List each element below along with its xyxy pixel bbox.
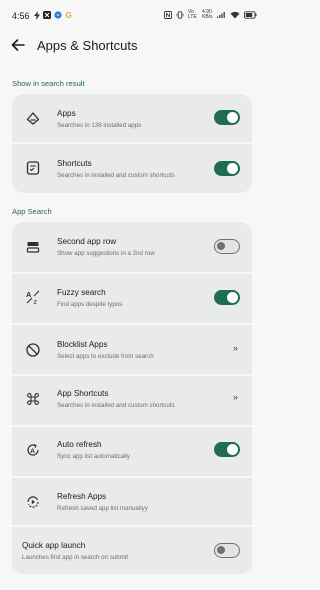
setting-title-refresh-apps: Refresh Apps	[57, 492, 107, 501]
command-icon	[27, 393, 39, 405]
status-notification-icons: G	[34, 11, 73, 20]
setting-subtitle-apps: Searches in 138 installed apps	[57, 122, 142, 129]
toggle-knob	[217, 242, 225, 250]
fuzzy-search-icon: A z	[26, 290, 40, 305]
svg-text:G: G	[66, 11, 72, 19]
nfc-icon	[164, 11, 172, 19]
vibrate-icon	[176, 11, 184, 19]
setting-row-quick-app-launch[interactable]: Quick app launch Launches first app in s…	[12, 527, 252, 574]
status-system-icons: Vo LTE 4.90 KB/s	[164, 10, 257, 20]
network-speed: Vo LTE	[188, 10, 198, 20]
apps-icon	[26, 112, 40, 125]
data-rate: 4.90 KB/s	[202, 10, 213, 20]
setting-row-shortcuts[interactable]: Shortcuts Searches in installed and cust…	[12, 144, 252, 193]
app-search-card: Second app row Show app suggestions in a…	[12, 222, 252, 574]
page-title: Apps & Shortcuts	[37, 38, 138, 53]
section-header-search-result: Show in search result	[12, 79, 85, 88]
status-time: 4:56	[12, 11, 30, 21]
quick-app-launch-toggle[interactable]	[214, 543, 240, 558]
setting-title-blocklist-apps: Blocklist Apps	[57, 340, 108, 349]
setting-title-second-app-row: Second app row	[57, 237, 117, 246]
chevron-right-icon: »	[232, 392, 238, 402]
setting-row-apps[interactable]: Apps Searches in 138 installed apps	[12, 94, 252, 143]
auto-refresh-icon: A	[27, 444, 39, 456]
status-bar: 4:56 G Vo LTE 4.90 KB/s	[0, 0, 266, 34]
setting-title-quick-app-launch: Quick app launch	[22, 541, 86, 550]
setting-title-shortcuts: Shortcuts	[57, 159, 92, 168]
setting-row-blocklist-apps[interactable]: Blocklist Apps Select apps to exclude fr…	[12, 325, 252, 374]
toggle-knob	[227, 292, 238, 303]
setting-title-apps: Apps	[57, 109, 76, 118]
setting-subtitle-quick-app-launch: Launches first app in search on submit	[22, 554, 128, 561]
toggle-knob	[227, 112, 238, 123]
toggle-knob	[217, 546, 225, 554]
search-result-card: Apps Searches in 138 installed apps Shor…	[12, 94, 252, 193]
setting-row-auto-refresh[interactable]: A Auto refresh Sync app list automatical…	[12, 427, 252, 476]
setting-title-auto-refresh: Auto refresh	[57, 440, 102, 449]
battery-icon	[244, 11, 257, 19]
setting-row-refresh-apps[interactable]: Refresh Apps Refresh saved app list manu…	[12, 478, 252, 525]
chevron-right-icon: »	[232, 343, 238, 353]
setting-subtitle-auto-refresh: Sync app list automatically	[57, 453, 130, 460]
apps-toggle[interactable]	[214, 110, 240, 125]
block-icon	[26, 343, 40, 357]
signal-icon	[217, 12, 225, 18]
setting-title-app-shortcuts: App Shortcuts	[57, 389, 109, 398]
svg-text:A: A	[26, 290, 32, 299]
setting-row-app-shortcuts[interactable]: App Shortcuts Searches in installed and …	[12, 376, 252, 425]
setting-row-fuzzy-search[interactable]: A z Fuzzy search Find apps despite typos	[12, 274, 252, 323]
refresh-icon	[27, 496, 39, 508]
svg-text:z: z	[34, 299, 38, 305]
arrow-left-icon[interactable]	[10, 37, 26, 53]
network-label-2: LTE	[188, 14, 197, 20]
x-app-icon	[43, 11, 51, 19]
data-rate-unit: KB/s	[202, 14, 213, 20]
section-header-app-search: App Search	[12, 207, 52, 216]
setting-subtitle-app-shortcuts: Searches in installed and custom shortcu…	[57, 402, 175, 409]
setting-subtitle-fuzzy-search: Find apps despite typos	[57, 301, 123, 308]
auto-refresh-toggle[interactable]	[214, 442, 240, 457]
shortcuts-icon	[26, 161, 40, 175]
setting-row-second-app-row[interactable]: Second app row Show app suggestions in a…	[12, 222, 252, 272]
setting-title-fuzzy-search: Fuzzy search	[57, 288, 106, 297]
two-rows-icon	[26, 242, 40, 253]
setting-subtitle-blocklist-apps: Select apps to exclude from search	[57, 353, 154, 360]
toggle-knob	[227, 163, 238, 174]
google-icon: G	[66, 11, 72, 19]
wifi-icon	[230, 11, 240, 19]
setting-subtitle-second-app-row: Show app suggestions in a 2nd row	[57, 250, 155, 257]
messenger-icon	[54, 11, 62, 19]
fuzzy-search-toggle[interactable]	[214, 290, 240, 305]
setting-subtitle-shortcuts: Searches in installed and custom shortcu…	[57, 172, 175, 179]
second-app-row-toggle[interactable]	[214, 239, 240, 254]
toggle-knob	[227, 444, 238, 455]
setting-subtitle-refresh-apps: Refresh saved app list manuallyy	[57, 505, 148, 512]
svg-text:A: A	[30, 448, 35, 455]
app-bar: Apps & Shortcuts	[0, 34, 266, 58]
shortcuts-toggle[interactable]	[214, 161, 240, 176]
lightning-icon	[34, 11, 40, 20]
